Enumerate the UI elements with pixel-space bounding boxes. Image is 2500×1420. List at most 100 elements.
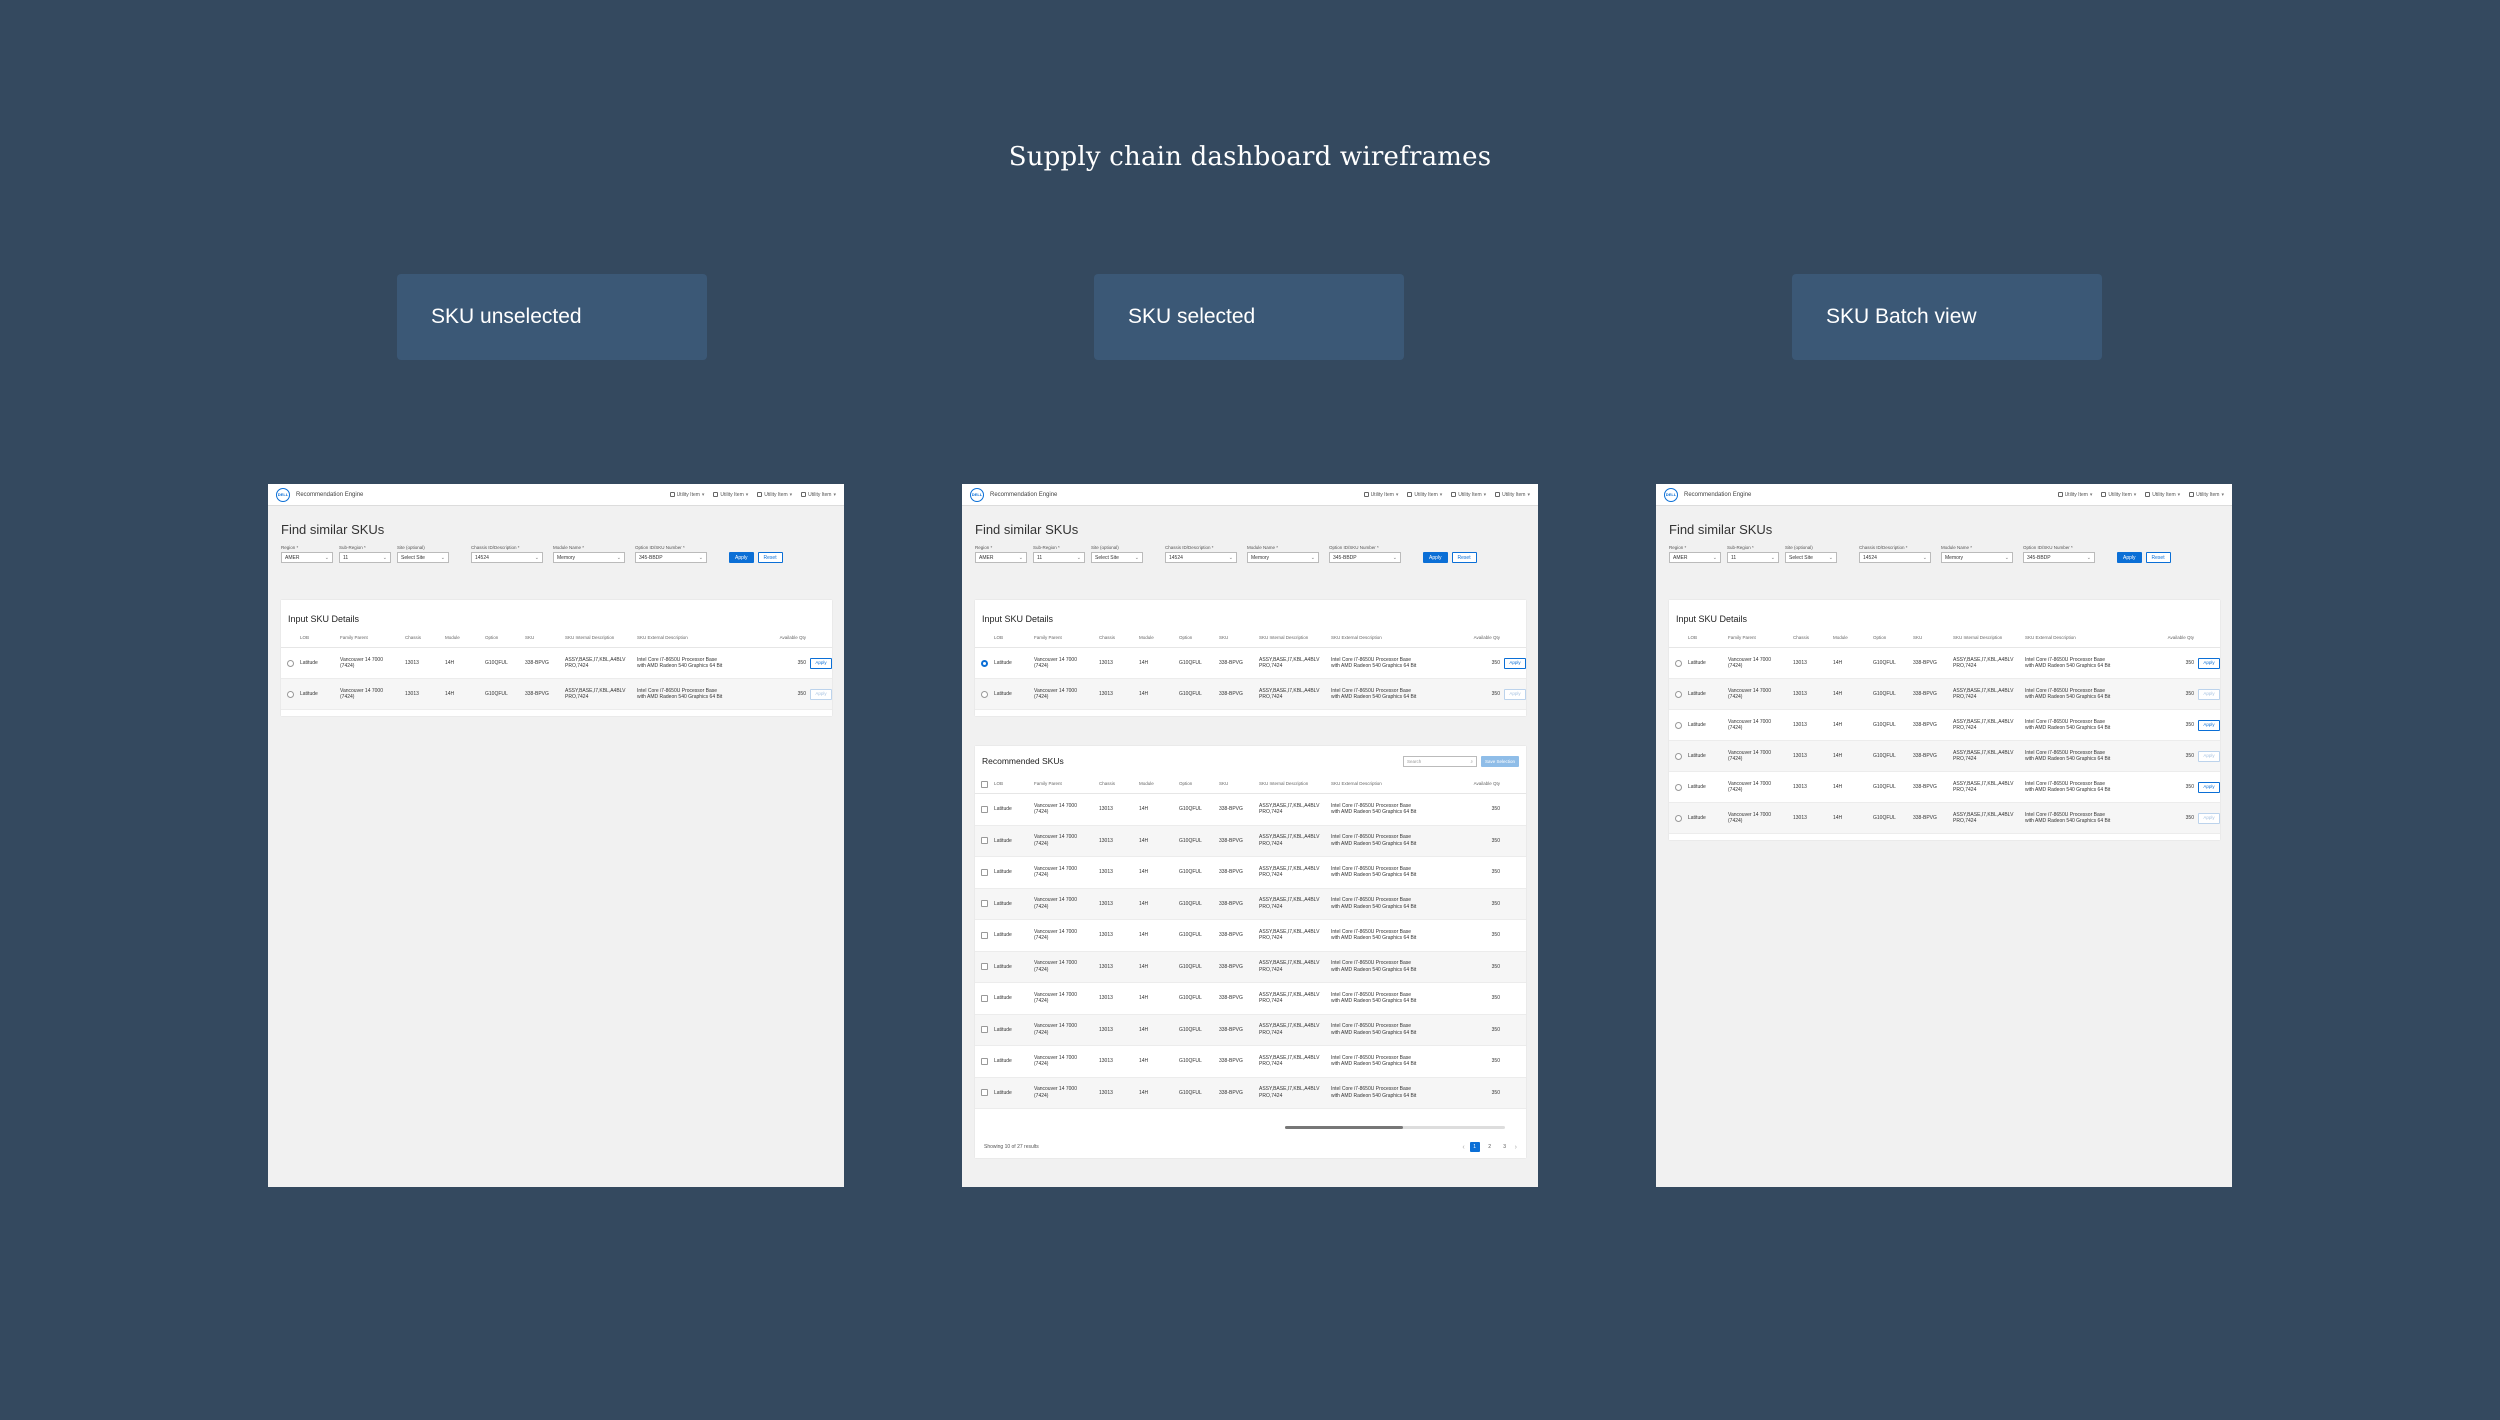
row-checkbox[interactable] bbox=[981, 900, 988, 908]
utility-item[interactable]: Utility Item ▾ bbox=[1495, 492, 1530, 498]
row-checkbox[interactable] bbox=[981, 837, 988, 845]
row-radio[interactable] bbox=[1675, 659, 1682, 667]
row-radio[interactable] bbox=[1675, 783, 1682, 791]
table-row[interactable]: Latitude Vancouver 14 7000 (7424) 13013 1… bbox=[975, 951, 1526, 983]
utility-item[interactable]: Utility Item ▾ bbox=[1451, 492, 1486, 498]
filter-select[interactable]: 14524 ⌄ bbox=[471, 552, 543, 563]
row-apply-button[interactable]: Apply bbox=[2198, 719, 2220, 731]
filter-select[interactable]: Select Site ⌄ bbox=[1785, 552, 1837, 563]
row-apply-button[interactable]: Apply bbox=[2198, 688, 2220, 700]
table-row[interactable]: Latitude Vancouver 14 7000 (7424) 13013 1… bbox=[975, 857, 1526, 889]
chevron-right-icon[interactable]: › bbox=[1515, 1144, 1517, 1151]
row-checkbox[interactable] bbox=[981, 868, 988, 876]
table-row[interactable]: Latitude Vancouver 14 7000 (7424) 13013 1… bbox=[1669, 679, 2220, 710]
table-row[interactable]: Latitude Vancouver 14 7000 (7424) 13013 1… bbox=[1669, 803, 2220, 834]
row-checkbox[interactable] bbox=[981, 1089, 988, 1097]
row-apply-button[interactable]: Apply bbox=[1504, 657, 1526, 669]
table-row[interactable]: Latitude Vancouver 14 7000 (7424) 13013 1… bbox=[975, 648, 1526, 679]
filter-select[interactable]: 14524 ⌄ bbox=[1859, 552, 1931, 563]
row-radio[interactable] bbox=[1675, 752, 1682, 760]
filter-select[interactable]: 14524 ⌄ bbox=[1165, 552, 1237, 563]
row-apply-button[interactable]: Apply bbox=[2198, 812, 2220, 824]
scrollbar-thumb[interactable] bbox=[1285, 1126, 1403, 1129]
row-apply-button[interactable]: Apply bbox=[2198, 657, 2220, 669]
row-apply-button[interactable]: Apply bbox=[1504, 688, 1526, 700]
filter-select[interactable]: 345-BBDP ⌄ bbox=[1329, 552, 1401, 563]
row-radio[interactable] bbox=[1675, 690, 1682, 698]
app-name: Recommendation Engine bbox=[296, 491, 364, 498]
apply-button[interactable]: Apply bbox=[1423, 552, 1448, 563]
table-row[interactable]: Latitude Vancouver 14 7000 (7424) 13013 1… bbox=[975, 983, 1526, 1015]
row-apply-button[interactable]: Apply bbox=[2198, 781, 2220, 793]
filter-select[interactable]: Select Site ⌄ bbox=[397, 552, 449, 563]
page-number[interactable]: 2 bbox=[1485, 1142, 1495, 1152]
input-sku-card: Input SKU Details LOB Family Parent Chassi… bbox=[281, 600, 832, 716]
row-checkbox[interactable] bbox=[981, 1057, 988, 1065]
utility-item[interactable]: Utility Item ▾ bbox=[2101, 492, 2136, 498]
reset-button[interactable]: Reset bbox=[757, 552, 783, 563]
filter-select[interactable]: 345-BBDP ⌄ bbox=[635, 552, 707, 563]
table-row[interactable]: Latitude Vancouver 14 7000 (7424) 13013 1… bbox=[975, 794, 1526, 826]
row-apply-button[interactable]: Apply bbox=[810, 688, 832, 700]
save-selection-button[interactable]: Save Selection bbox=[1480, 755, 1519, 767]
table-row[interactable]: Latitude Vancouver 14 7000 (7424) 13013 1… bbox=[281, 648, 832, 679]
filter-select[interactable]: 345-BBDP ⌄ bbox=[2023, 552, 2095, 563]
row-radio[interactable] bbox=[981, 659, 988, 667]
filter-select[interactable]: Select Site ⌄ bbox=[1091, 552, 1143, 563]
table-row[interactable]: Latitude Vancouver 14 7000 (7424) 13013 1… bbox=[975, 679, 1526, 710]
row-checkbox[interactable] bbox=[981, 931, 988, 939]
table-row[interactable]: Latitude Vancouver 14 7000 (7424) 13013 1… bbox=[1669, 648, 2220, 679]
table-row[interactable]: Latitude Vancouver 14 7000 (7424) 13013 1… bbox=[975, 920, 1526, 952]
row-checkbox[interactable] bbox=[981, 963, 988, 971]
chevron-left-icon[interactable]: ‹ bbox=[1462, 1144, 1464, 1151]
utility-item[interactable]: Utility Item ▾ bbox=[1407, 492, 1442, 498]
utility-item[interactable]: Utility Item ▾ bbox=[669, 492, 704, 498]
table-row[interactable]: Latitude Vancouver 14 7000 (7424) 13013 1… bbox=[1669, 710, 2220, 741]
row-checkbox[interactable] bbox=[981, 994, 988, 1002]
filter-select[interactable]: Memory ⌄ bbox=[553, 552, 625, 563]
utility-item[interactable]: Utility Item ▾ bbox=[2057, 492, 2092, 498]
table-row[interactable]: Latitude Vancouver 14 7000 (7424) 13013 1… bbox=[975, 888, 1526, 920]
horizontal-scrollbar[interactable] bbox=[1285, 1126, 1505, 1129]
row-checkbox[interactable] bbox=[981, 1026, 988, 1034]
chevron-down-icon: ⌄ bbox=[1228, 554, 1233, 561]
table-row[interactable]: Latitude Vancouver 14 7000 (7424) 13013 1… bbox=[975, 825, 1526, 857]
row-checkbox[interactable] bbox=[981, 805, 988, 813]
filter-select[interactable]: AMER ⌄ bbox=[975, 552, 1027, 563]
row-apply-button[interactable]: Apply bbox=[2198, 750, 2220, 762]
select-all-checkbox[interactable] bbox=[981, 781, 988, 788]
utility-item[interactable]: Utility Item ▾ bbox=[801, 492, 836, 498]
table-row[interactable]: Latitude Vancouver 14 7000 (7424) 13013 1… bbox=[1669, 741, 2220, 772]
filter-select[interactable]: AMER ⌄ bbox=[1669, 552, 1721, 563]
page-number[interactable]: 1 bbox=[1469, 1142, 1480, 1152]
table-row[interactable]: Latitude Vancouver 14 7000 (7424) 13013 1… bbox=[975, 1077, 1526, 1109]
utility-item[interactable]: Utility Item ▾ bbox=[2189, 492, 2224, 498]
apply-button[interactable]: Apply bbox=[729, 552, 754, 563]
reset-button[interactable]: Reset bbox=[2145, 552, 2171, 563]
row-radio[interactable] bbox=[981, 690, 988, 698]
filter-select[interactable]: Memory ⌄ bbox=[1247, 552, 1319, 563]
row-apply-button[interactable]: Apply bbox=[810, 657, 832, 669]
row-radio[interactable] bbox=[287, 690, 294, 698]
utility-item[interactable]: Utility Item ▾ bbox=[1363, 492, 1398, 498]
filter-select[interactable]: 11 ⌄ bbox=[1727, 552, 1779, 563]
search-input[interactable]: Search ⌕ bbox=[1402, 755, 1477, 767]
reset-button[interactable]: Reset bbox=[1451, 552, 1477, 563]
apply-button[interactable]: Apply bbox=[2117, 552, 2142, 563]
row-radio[interactable] bbox=[287, 659, 294, 667]
table-row[interactable]: Latitude Vancouver 14 7000 (7424) 13013 1… bbox=[975, 1014, 1526, 1046]
cell-sku: 338-BPVG bbox=[1219, 659, 1243, 666]
utility-item[interactable]: Utility Item ▾ bbox=[757, 492, 792, 498]
utility-item[interactable]: Utility Item ▾ bbox=[2145, 492, 2180, 498]
filter-select[interactable]: 11 ⌄ bbox=[339, 552, 391, 563]
table-row[interactable]: Latitude Vancouver 14 7000 (7424) 13013 1… bbox=[975, 1046, 1526, 1078]
row-radio[interactable] bbox=[1675, 814, 1682, 822]
utility-item[interactable]: Utility Item ▾ bbox=[713, 492, 748, 498]
filter-select[interactable]: AMER ⌄ bbox=[281, 552, 333, 563]
row-radio[interactable] bbox=[1675, 721, 1682, 729]
filter-select[interactable]: Memory ⌄ bbox=[1941, 552, 2013, 563]
page-number[interactable]: 3 bbox=[1500, 1142, 1510, 1152]
table-row[interactable]: Latitude Vancouver 14 7000 (7424) 13013 1… bbox=[281, 679, 832, 710]
table-row[interactable]: Latitude Vancouver 14 7000 (7424) 13013 1… bbox=[1669, 772, 2220, 803]
filter-select[interactable]: 11 ⌄ bbox=[1033, 552, 1085, 563]
